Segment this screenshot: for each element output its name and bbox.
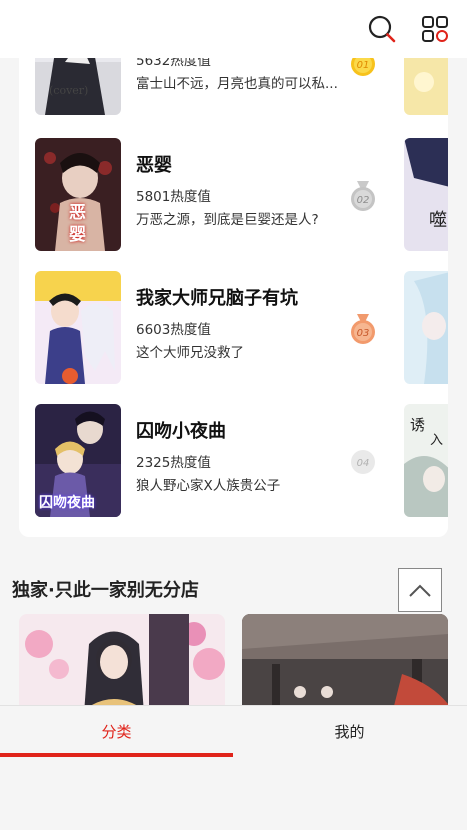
side-thumbnail[interactable]: 噬	[404, 138, 448, 251]
search-icon	[368, 15, 396, 43]
comic-description: 这个大师兄没救了	[136, 345, 244, 361]
svg-text:02: 02	[357, 195, 370, 206]
category-menu-button[interactable]	[420, 14, 450, 44]
svg-text:诱: 诱	[410, 416, 425, 434]
rank-badge-silver-icon: 02	[349, 181, 377, 211]
comic-title[interactable]: 我家大师兄脑子有坑	[136, 284, 298, 310]
comic-cover[interactable]	[35, 271, 121, 384]
ranking-card: (cover) 5632热度值 富士山不远，月亮也真的可以私... 01 恶婴 …	[19, 0, 448, 537]
side-thumbnail[interactable]	[404, 271, 448, 384]
active-tab-indicator	[0, 753, 233, 757]
bottom-nav: 分类 我的	[0, 705, 467, 830]
grid-icon	[422, 16, 448, 42]
svg-text:(cover): (cover)	[49, 84, 88, 97]
ranking-item[interactable]: 恶婴 恶婴 5801热度值 万恶之源，到底是巨婴还是人? 02 噬	[19, 133, 448, 253]
heat-value: 2325热度值	[136, 455, 211, 471]
comic-card[interactable]	[242, 614, 448, 705]
heat-value: 6603热度值	[136, 322, 211, 338]
comic-description: 万恶之源，到底是巨婴还是人?	[136, 212, 319, 228]
svg-text:01: 01	[357, 60, 370, 71]
comic-title[interactable]: 囚吻小夜曲	[136, 417, 226, 443]
cover-title-text: 囚吻夜曲	[39, 495, 95, 511]
rank-badge-bronze-icon: 03	[349, 314, 377, 344]
comic-description: 富士山不远，月亮也真的可以私...	[136, 76, 338, 92]
svg-text:03: 03	[357, 328, 370, 339]
rank-badge-plain-icon: 04	[349, 447, 377, 477]
svg-text:噬: 噬	[429, 210, 447, 231]
search-button[interactable]	[367, 14, 397, 44]
top-bar	[0, 0, 467, 58]
comic-description: 狼人野心家X人族贵公子	[136, 478, 281, 494]
comic-card[interactable]	[19, 614, 225, 705]
comic-title[interactable]: 恶婴	[136, 151, 172, 177]
comic-cover[interactable]: 囚吻夜曲	[35, 404, 121, 517]
tab-mine[interactable]: 我的	[233, 706, 466, 758]
comic-cover[interactable]: 恶婴	[35, 138, 121, 251]
page-content: (cover) 5632热度值 富士山不远，月亮也真的可以私... 01 恶婴 …	[0, 0, 467, 705]
chevron-up-icon	[409, 584, 431, 597]
ranking-item[interactable]: 囚吻夜曲 囚吻小夜曲 2325热度值 狼人野心家X人族贵公子 04 诱 入	[19, 399, 448, 519]
ranking-item[interactable]: 我家大师兄脑子有坑 6603热度值 这个大师兄没救了 03	[19, 266, 448, 386]
tab-category[interactable]: 分类	[0, 706, 233, 758]
back-to-top-button[interactable]	[398, 568, 442, 612]
svg-text:入: 入	[430, 433, 443, 448]
section-title: 独家·只此一家别无分店	[12, 580, 199, 601]
side-thumbnail[interactable]: 诱 入	[404, 404, 448, 517]
cover-title-text: 恶婴	[69, 203, 86, 245]
svg-text:04: 04	[357, 458, 370, 469]
heat-value: 5801热度值	[136, 189, 211, 205]
